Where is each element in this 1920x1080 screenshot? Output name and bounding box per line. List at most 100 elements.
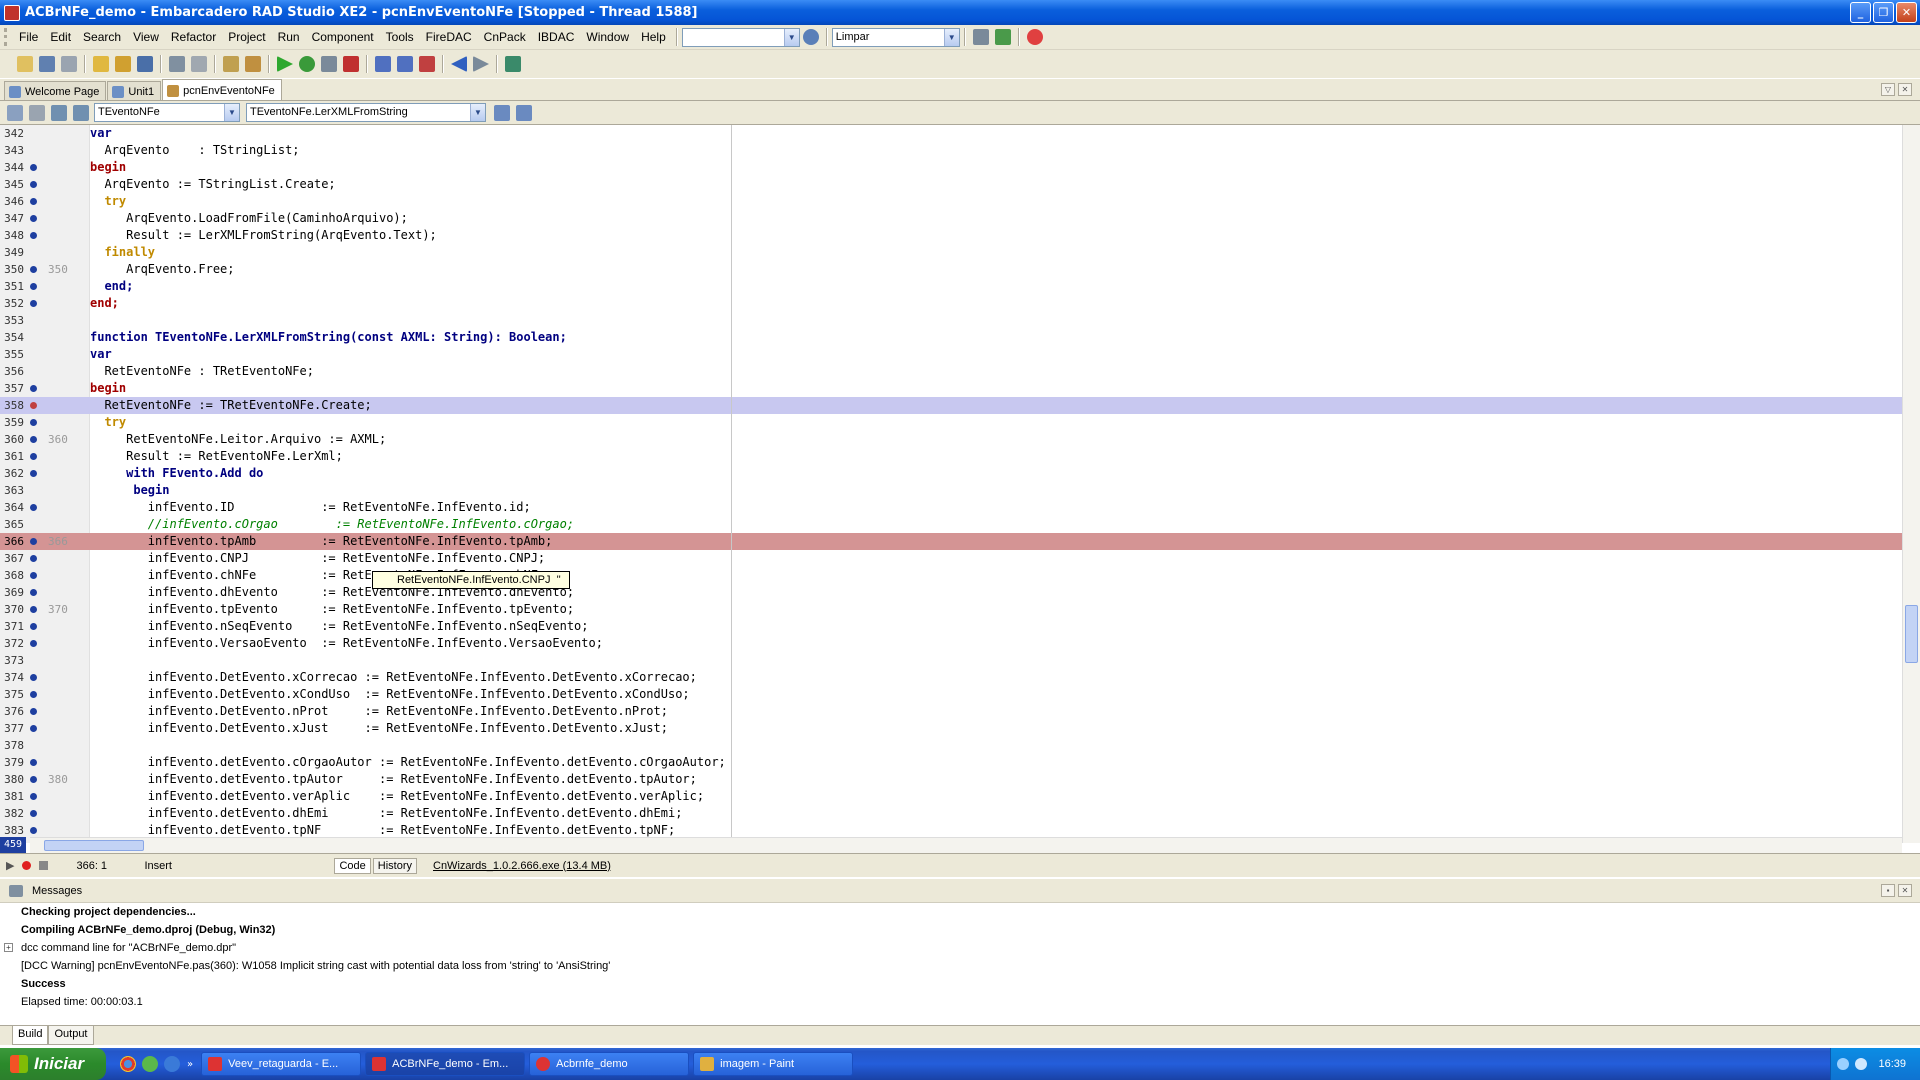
- code-text[interactable]: infEvento.tpAmb := RetEventoNFe.InfEvent…: [90, 533, 553, 550]
- code-line[interactable]: 373: [0, 652, 1902, 669]
- breakpoint-dot-icon[interactable]: [30, 776, 37, 783]
- code-text[interactable]: infEvento.detEvento.tpAutor := RetEvento…: [90, 771, 697, 788]
- breakpoint-dot-icon[interactable]: [30, 198, 37, 205]
- cn-stop-icon[interactable]: [1026, 29, 1043, 45]
- code-text[interactable]: infEvento.detEvento.dhEmi := RetEventoNF…: [90, 805, 683, 822]
- messages-panel[interactable]: Checking project dependencies... Compili…: [0, 903, 1920, 1024]
- remove-icon[interactable]: [61, 56, 77, 72]
- code-line[interactable]: 372 infEvento.VersaoEvento := RetEventoN…: [0, 635, 1902, 652]
- breakpoint-dot-icon[interactable]: [30, 640, 37, 647]
- message-line[interactable]: dcc command line for "ACBrNFe_demo.dpr": [21, 939, 236, 957]
- code-line[interactable]: 370 370 infEvento.tpEvento := RetEventoNF…: [0, 601, 1902, 618]
- breakpoint-dot-icon[interactable]: [30, 538, 37, 545]
- code-text[interactable]: RetEventoNFe.Leitor.Arquivo := AXML;: [90, 431, 386, 448]
- code-line[interactable]: 364 infEvento.ID := RetEventoNFe.InfEven…: [0, 499, 1902, 516]
- remove-file-icon[interactable]: [245, 56, 261, 72]
- save-desktop-icon[interactable]: [802, 29, 819, 45]
- code-line[interactable]: 352 end;: [0, 295, 1902, 312]
- toggle-form-icon[interactable]: [29, 104, 45, 121]
- expand-icon[interactable]: +: [4, 943, 13, 952]
- code-line[interactable]: 379 infEvento.detEvento.cOrgaoAutor := R…: [0, 754, 1902, 771]
- run-icon[interactable]: [277, 56, 293, 72]
- breakpoint-dot-icon[interactable]: [30, 572, 37, 579]
- menu-tools[interactable]: Tools: [380, 30, 420, 44]
- code-text[interactable]: infEvento.CNPJ := RetEventoNFe.InfEvento…: [90, 550, 545, 567]
- run-to-cursor-icon[interactable]: [419, 56, 435, 72]
- code-line[interactable]: 377 infEvento.DetEvento.xJust := RetEven…: [0, 720, 1902, 737]
- vertical-scroll-thumb[interactable]: [1905, 605, 1918, 663]
- menu-firedac[interactable]: FireDAC: [420, 30, 478, 44]
- breakpoint-dot-icon[interactable]: [30, 402, 37, 409]
- breakpoint-dot-icon[interactable]: [30, 164, 37, 171]
- breakpoint-dot-icon[interactable]: [30, 232, 37, 239]
- menu-view[interactable]: View: [127, 30, 165, 44]
- chrome-icon[interactable]: [120, 1056, 136, 1072]
- implementation-icon[interactable]: [73, 104, 89, 121]
- breakpoint-dot-icon[interactable]: [30, 283, 37, 290]
- code-text[interactable]: ArqEvento : TStringList;: [90, 142, 299, 159]
- code-text[interactable]: infEvento.detEvento.verAplic := RetEvent…: [90, 788, 704, 805]
- menu-window[interactable]: Window: [580, 30, 635, 44]
- breakpoint-dot-icon[interactable]: [30, 691, 37, 698]
- open-icon[interactable]: [93, 56, 109, 72]
- menu-edit[interactable]: Edit: [44, 30, 77, 44]
- code-text[interactable]: RetEventoNFe := TRetEventoNFe.Create;: [90, 397, 371, 414]
- code-line[interactable]: 343 ArqEvento : TStringList;: [0, 142, 1902, 159]
- interface-icon[interactable]: [51, 104, 67, 121]
- code-line[interactable]: 359 try: [0, 414, 1902, 431]
- breakpoint-dot-icon[interactable]: [30, 453, 37, 460]
- code-text[interactable]: var: [90, 125, 112, 142]
- menu-run[interactable]: Run: [272, 30, 306, 44]
- code-text[interactable]: function TEventoNFe.LerXMLFromString(con…: [90, 329, 567, 346]
- breakpoint-dot-icon[interactable]: [30, 215, 37, 222]
- play-icon[interactable]: ▶: [6, 859, 14, 872]
- code-line[interactable]: 349 finally: [0, 244, 1902, 261]
- code-line[interactable]: 347 ArqEvento.LoadFromFile(CaminhoArquiv…: [0, 210, 1902, 227]
- code-text[interactable]: infEvento.tpEvento := RetEventoNFe.InfEv…: [90, 601, 574, 618]
- help-book-icon[interactable]: [505, 56, 521, 72]
- code-line[interactable]: 376 infEvento.DetEvento.nProt := RetEven…: [0, 703, 1902, 720]
- program-reset-icon[interactable]: [343, 56, 359, 72]
- breakpoint-dot-icon[interactable]: [30, 589, 37, 596]
- breakpoint-dot-icon[interactable]: [30, 555, 37, 562]
- code-line[interactable]: 353: [0, 312, 1902, 329]
- breakpoint-dot-icon[interactable]: [30, 708, 37, 715]
- tab-welcome-page[interactable]: Welcome Page: [4, 81, 107, 100]
- message-line[interactable]: Elapsed time: 00:00:03.1: [21, 993, 143, 1011]
- code-line[interactable]: 342 var: [0, 125, 1902, 142]
- menu-component[interactable]: Component: [306, 30, 380, 44]
- toggle-form-icon[interactable]: [169, 56, 185, 72]
- message-line[interactable]: Success: [21, 975, 66, 993]
- view-unit-icon[interactable]: [191, 56, 207, 72]
- menu-project[interactable]: Project: [222, 30, 271, 44]
- code-line[interactable]: 348 Result := LerXMLFromString(ArqEvento…: [0, 227, 1902, 244]
- tab-output[interactable]: Output: [48, 1026, 94, 1045]
- menu-refactor[interactable]: Refactor: [165, 30, 222, 44]
- horizontal-scroll-thumb[interactable]: [44, 840, 144, 851]
- layout-combo[interactable]: ▼: [681, 27, 800, 47]
- code-line[interactable]: 356 RetEventoNFe : TRetEventoNFe;: [0, 363, 1902, 380]
- menu-help[interactable]: Help: [635, 30, 672, 44]
- code-line[interactable]: 354 function TEventoNFe.LerXMLFromString(…: [0, 329, 1902, 346]
- list-view-icon[interactable]: [494, 104, 510, 121]
- code-text[interactable]: infEvento.DetEvento.xCondUso := RetEvent…: [90, 686, 690, 703]
- code-text[interactable]: end;: [90, 278, 133, 295]
- code-text[interactable]: begin: [90, 482, 169, 499]
- cn-run-icon[interactable]: [994, 29, 1011, 45]
- pin-button[interactable]: ▪: [1881, 884, 1895, 897]
- code-line[interactable]: 361 Result := RetEventoNFe.LerXml;: [0, 448, 1902, 465]
- code-line[interactable]: 374 infEvento.DetEvento.xCorrecao := Ret…: [0, 669, 1902, 686]
- close-button[interactable]: ✕: [1896, 2, 1917, 23]
- breakpoint-dot-icon[interactable]: [30, 300, 37, 307]
- tab-code[interactable]: Code: [334, 857, 371, 874]
- breakpoint-dot-icon[interactable]: [30, 419, 37, 426]
- tree-view-icon[interactable]: [516, 104, 532, 121]
- horizontal-scrollbar[interactable]: [30, 837, 1902, 853]
- tray-network-icon[interactable]: [1837, 1058, 1850, 1070]
- stop-icon[interactable]: [39, 861, 49, 870]
- new-icon[interactable]: [17, 56, 33, 72]
- tab-unit1[interactable]: Unit1: [107, 81, 162, 100]
- code-text[interactable]: RetEventoNFe : TRetEventoNFe;: [90, 363, 314, 380]
- menu-search[interactable]: Search: [77, 30, 127, 44]
- code-text[interactable]: infEvento.detEvento.cOrgaoAutor := RetEv…: [90, 754, 726, 771]
